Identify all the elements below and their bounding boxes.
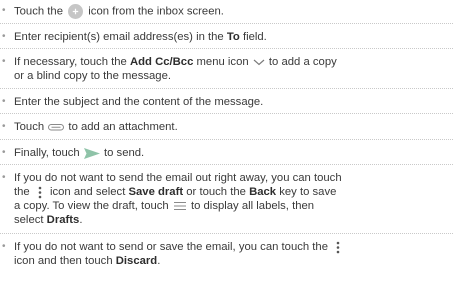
bullet: • [2,5,6,16]
instruction-list: • Touch the icon from the inbox screen. … [0,0,453,282]
divider [0,139,453,140]
hamburger-menu-icon [172,201,188,211]
send-arrow-icon [83,147,101,160]
divider [0,113,453,114]
chevron-down-icon [252,57,266,67]
plus-circle-icon [67,4,84,19]
divider [0,233,453,234]
divider [0,23,453,24]
divider [0,164,453,165]
more-vertical-icon [331,241,345,254]
divider [0,88,453,89]
more-vertical-icon [33,186,47,199]
divider [0,48,453,49]
paperclip-icon [47,122,65,132]
